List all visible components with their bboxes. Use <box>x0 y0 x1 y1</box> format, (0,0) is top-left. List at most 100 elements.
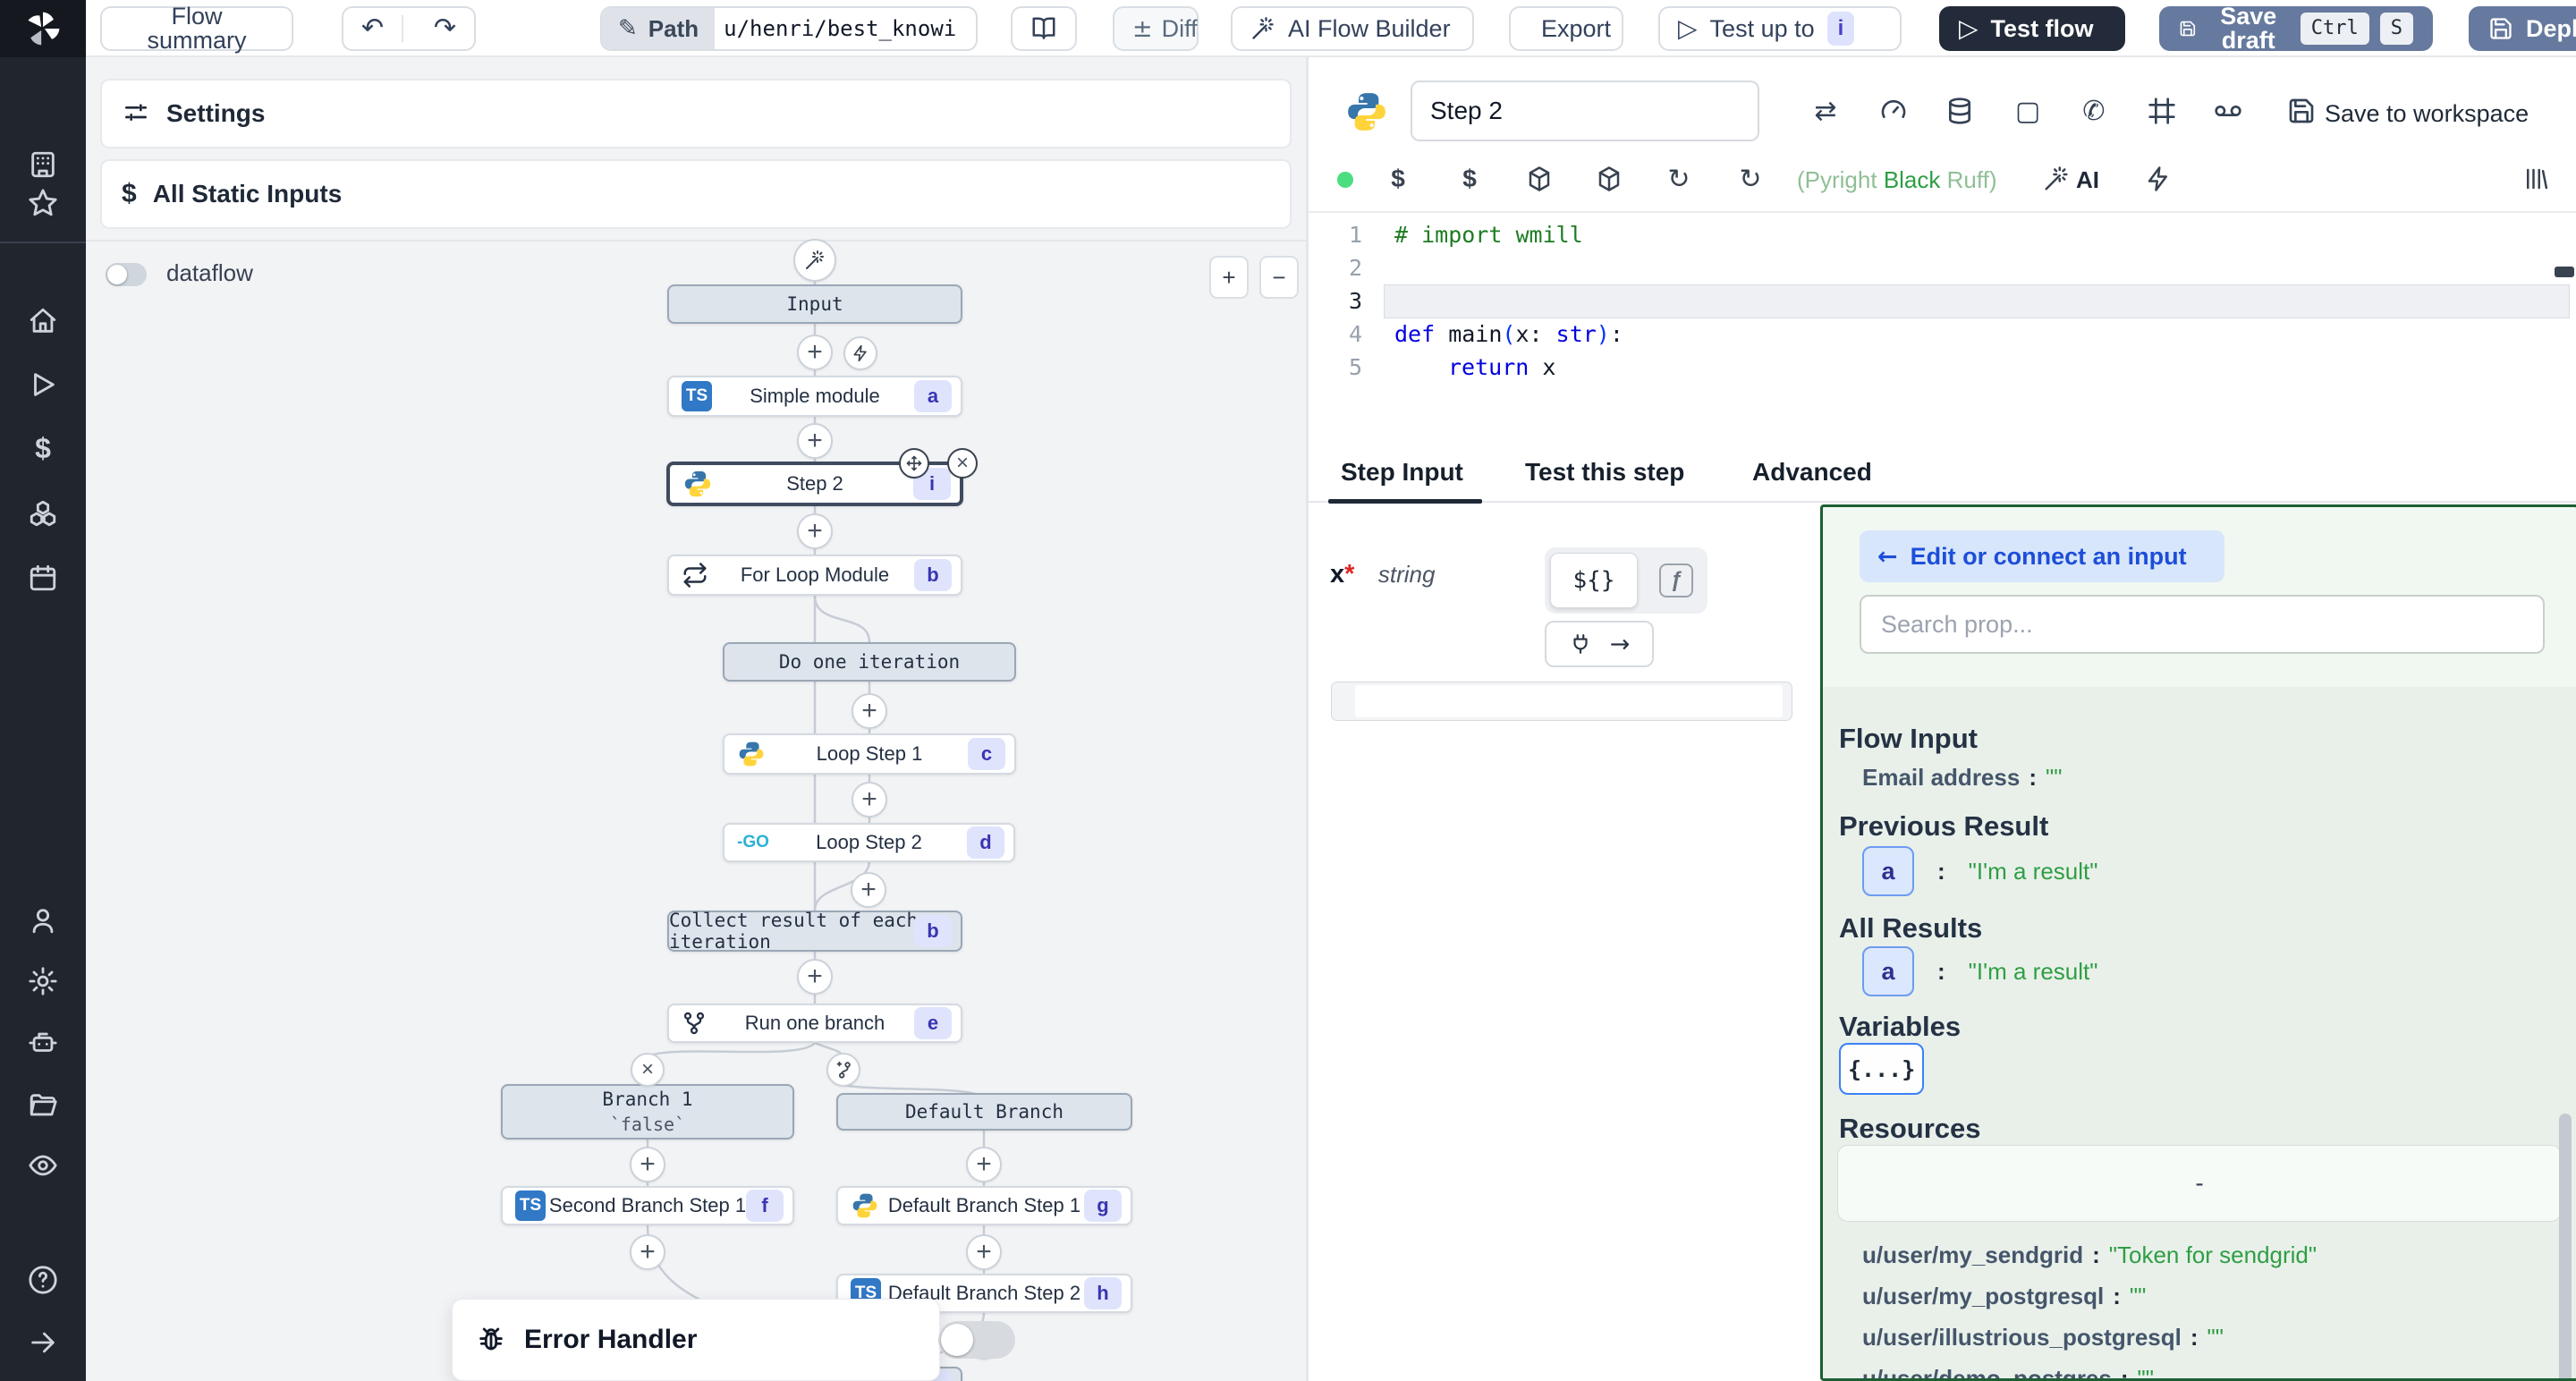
test-up-to-button[interactable]: ▷ Test up to i <box>1658 6 1902 51</box>
flow-node-branch-1[interactable]: Branch 1 `false` <box>501 1084 794 1140</box>
lightning-icon[interactable] <box>2140 161 2176 197</box>
editor-scroll-marker[interactable] <box>2555 267 2574 277</box>
function-toggle[interactable]: ƒ <box>1659 563 1693 597</box>
flow-node-default-branch[interactable]: Default Branch <box>836 1093 1132 1131</box>
flow-node-for-loop[interactable]: For Loop Module b <box>667 555 962 596</box>
resource-row[interactable]: u/user/demo_postgres:"" <box>1862 1365 2154 1381</box>
error-handler-toggle[interactable] <box>938 1321 1015 1359</box>
container-square-icon[interactable]: ▢ <box>2012 95 2044 127</box>
add-step-button[interactable]: + <box>851 872 886 908</box>
path-input[interactable]: u/henri/best_knowi <box>715 8 976 49</box>
trigger-bolt-circle-button[interactable] <box>843 336 877 370</box>
add-step-button[interactable]: + <box>797 335 833 370</box>
delete-step-button[interactable]: × <box>947 448 978 479</box>
home-icon[interactable] <box>26 304 60 338</box>
settings-gear-icon[interactable] <box>26 964 60 998</box>
flow-docs-book-button[interactable] <box>1011 6 1077 51</box>
users-person-icon[interactable] <box>26 903 60 937</box>
add-step-button[interactable]: + <box>797 513 833 549</box>
refresh-icon[interactable]: ↻ <box>1661 161 1697 197</box>
connect-input-group[interactable]: → <box>1545 621 1654 667</box>
redo-icon[interactable]: ↷ <box>416 15 474 42</box>
windmill-logo[interactable] <box>0 0 86 57</box>
expand-sidebar-arrow-icon[interactable] <box>26 1326 60 1360</box>
audit-logs-eye-icon[interactable] <box>26 1148 60 1182</box>
library-icon[interactable] <box>2518 161 2554 197</box>
save-to-workspace-button[interactable]: Save to workspace <box>2325 100 2529 128</box>
add-variable-dollar-icon[interactable]: $ <box>1380 161 1416 197</box>
test-flow-button[interactable]: ▷ Test flow <box>1939 6 2125 51</box>
all-results-row[interactable]: a :"I'm a result" <box>1862 946 2097 996</box>
add-step-button[interactable]: + <box>852 693 887 729</box>
step-name-input[interactable] <box>1411 80 1759 141</box>
help-icon[interactable] <box>26 1263 60 1297</box>
flow-node-collect-result[interactable]: Collect result of each iteration b <box>667 911 962 952</box>
code-editor[interactable]: 1 2 3 4 5 # import wmill def main(x: str… <box>1309 211 2576 449</box>
flow-node-input[interactable]: Input <box>667 284 962 324</box>
deploy-button[interactable]: Deploy <box>2469 6 2576 51</box>
workers-robot-icon[interactable] <box>26 1026 60 1060</box>
add-step-button[interactable]: + <box>797 423 833 459</box>
flow-summary-button[interactable]: Flow summary <box>100 6 293 51</box>
export-button[interactable]: Export <box>1509 6 1623 51</box>
refresh-icon[interactable]: ↻ <box>1733 161 1768 197</box>
ai-flow-builder-button[interactable]: AI Flow Builder <box>1231 6 1474 51</box>
template-expression-toggle[interactable]: ${} <box>1550 553 1638 608</box>
voicemail-icon[interactable] <box>2212 95 2244 127</box>
flow-node-loop-step-1[interactable]: Loop Step 1 c <box>723 733 1016 775</box>
flow-input-row[interactable]: Email address:"" <box>1862 764 2062 792</box>
tab-step-input[interactable]: Step Input <box>1341 458 1463 487</box>
tab-advanced[interactable]: Advanced <box>1752 458 1872 487</box>
package-icon[interactable] <box>1521 161 1557 197</box>
resource-row[interactable]: u/user/illustrious_postgresql:"" <box>1862 1324 2224 1351</box>
save-draft-button[interactable]: Save draft Ctrl S <box>2159 6 2433 51</box>
ai-label[interactable]: AI <box>2076 166 2099 194</box>
move-step-button[interactable] <box>899 448 929 479</box>
runs-play-icon[interactable] <box>26 368 60 402</box>
add-branch-button[interactable] <box>826 1053 860 1087</box>
resources-select[interactable]: - <box>1837 1145 2562 1222</box>
add-step-button[interactable]: + <box>797 959 833 995</box>
favorites-star-icon[interactable] <box>26 186 60 220</box>
ai-wand-circle-button[interactable] <box>793 239 836 282</box>
remove-branch-button[interactable]: × <box>631 1053 665 1087</box>
flow-node-second-branch-step-1[interactable]: TS Second Branch Step 1 f <box>501 1186 794 1225</box>
add-step-button[interactable]: + <box>630 1234 665 1270</box>
folders-icon[interactable] <box>26 1089 60 1123</box>
arg-value-input[interactable] <box>1331 682 1792 721</box>
undo-icon[interactable]: ↶ <box>343 15 403 42</box>
pencil-icon: ✎ <box>618 15 638 42</box>
flow-node-run-one-branch[interactable]: Run one branch e <box>667 1004 962 1043</box>
database-icon[interactable] <box>1944 95 1976 127</box>
add-step-button[interactable]: + <box>630 1147 665 1182</box>
workspace-icon[interactable] <box>26 148 60 182</box>
edit-or-connect-pill[interactable]: ← Edit or connect an input <box>1860 530 2224 582</box>
add-resource-dollar-icon[interactable]: $ <box>1452 161 1487 197</box>
panel-scrollbar[interactable] <box>2559 1114 2572 1381</box>
flow-node-do-one-iteration[interactable]: Do one iteration <box>723 642 1016 682</box>
package-icon[interactable] <box>1591 161 1627 197</box>
add-step-button[interactable]: + <box>966 1234 1002 1270</box>
add-step-button[interactable]: + <box>852 782 887 818</box>
resource-row[interactable]: u/user/my_sendgrid:"Token for sendgrid" <box>1862 1241 2317 1269</box>
search-prop-input[interactable] <box>1860 595 2545 654</box>
resource-row[interactable]: u/user/my_postgresql:"" <box>1862 1283 2146 1310</box>
step-id-badge[interactable]: a <box>1862 946 1914 996</box>
resources-cubes-icon[interactable] <box>26 496 60 530</box>
flow-node-simple-module[interactable]: TS Simple module a <box>667 376 962 417</box>
schedules-calendar-icon[interactable] <box>26 561 60 595</box>
variables-dollar-icon[interactable]: $ <box>26 431 60 465</box>
ai-wand-icon[interactable] <box>2038 161 2074 197</box>
tab-test-this-step[interactable]: Test this step <box>1525 458 1684 487</box>
swap-icon[interactable]: ⇄ <box>1809 95 1842 127</box>
add-step-button[interactable]: + <box>966 1147 1002 1182</box>
phone-call-icon[interactable]: ✆ <box>2078 95 2110 127</box>
previous-result-row[interactable]: a :"I'm a result" <box>1862 846 2097 896</box>
variables-row[interactable]: {...} <box>1839 1043 1924 1095</box>
step-id-badge[interactable]: a <box>1862 846 1914 896</box>
diff-button[interactable]: ± Diff <box>1113 6 1199 51</box>
flow-node-default-branch-step-1[interactable]: Default Branch Step 1 g <box>836 1186 1132 1225</box>
frame-icon[interactable] <box>2146 95 2178 127</box>
flow-node-loop-step-2[interactable]: -GO Loop Step 2 d <box>723 823 1015 862</box>
gauge-icon[interactable] <box>1877 95 1910 127</box>
